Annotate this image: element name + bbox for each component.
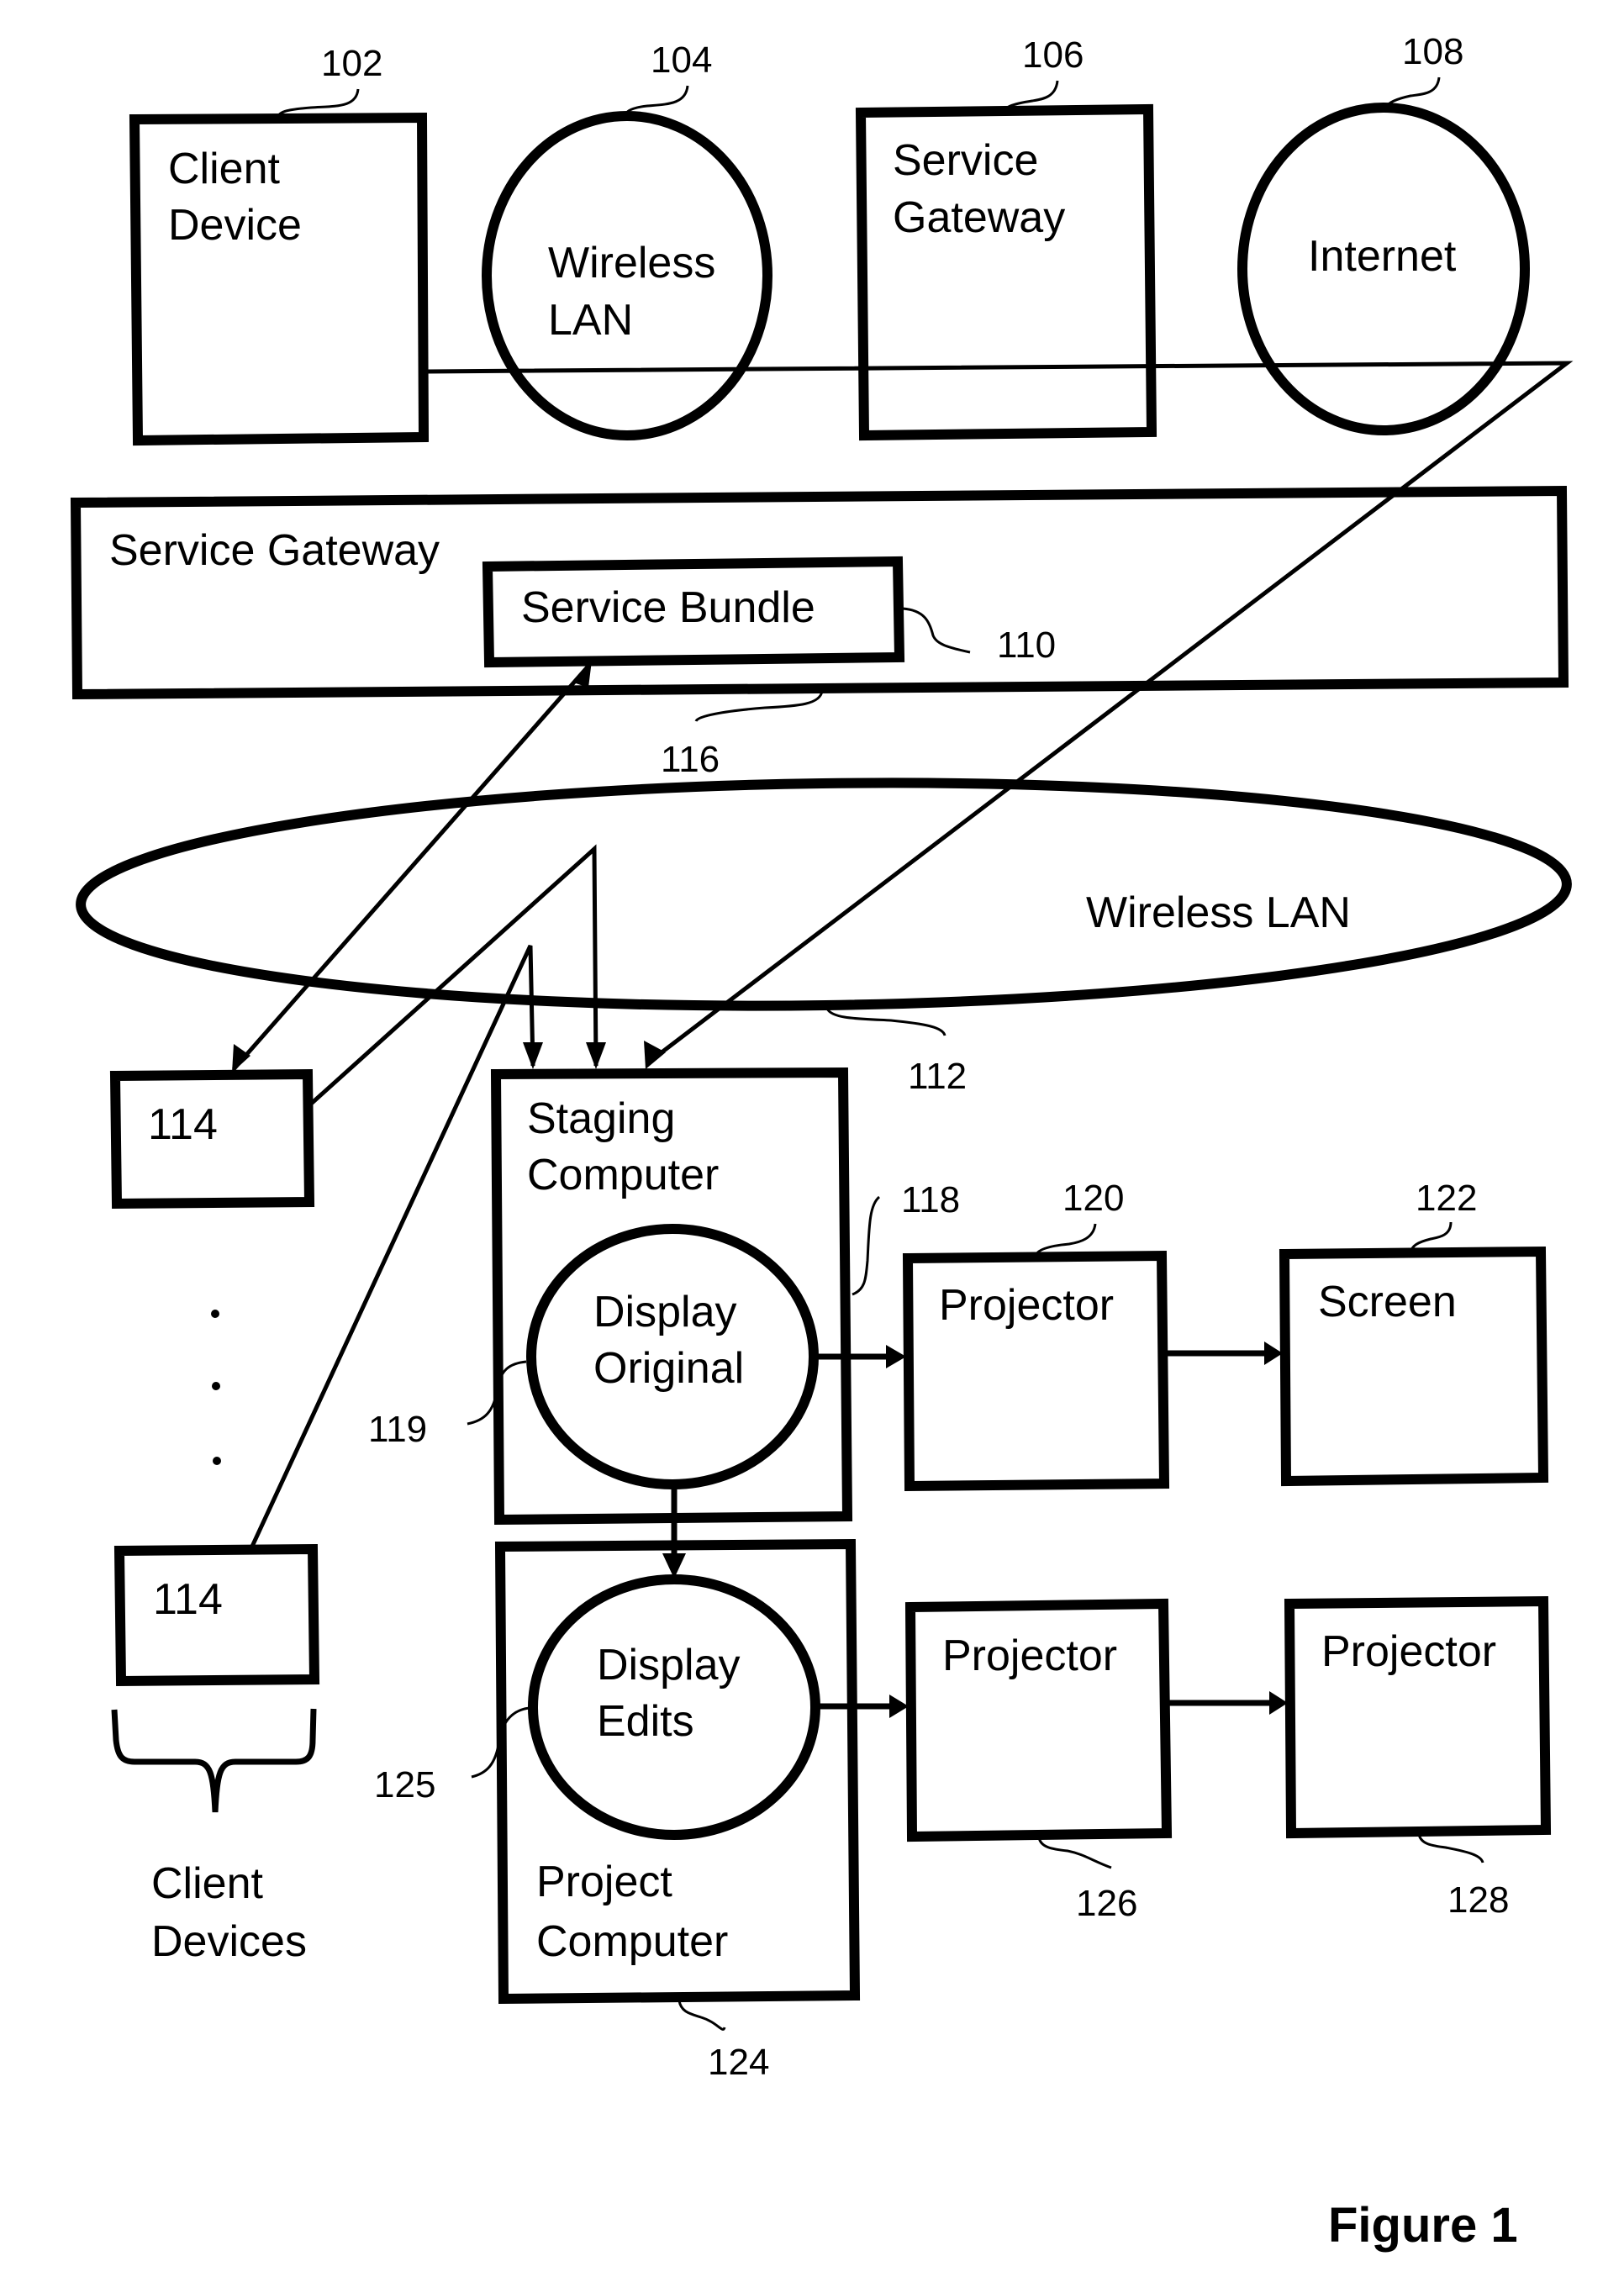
arrowhead-to-projector-128 [1269,1691,1288,1715]
service-gateway-106-label-line1: Service [893,136,1038,185]
ref-116: 116 [661,739,720,780]
project-computer-label-line1: Project [536,1858,672,1906]
arrowhead-internet-to-staging [644,1041,666,1069]
leader-118 [852,1195,881,1296]
client-114-b-label: 114 [153,1575,223,1624]
project-computer-label-line2: Computer [536,1917,728,1966]
ellipsis-dot-1 [211,1310,219,1318]
project-computer-124: Project Computer 124 [494,1538,861,2083]
ref-118: 118 [901,1179,960,1220]
ref-110: 110 [997,625,1056,666]
service-gateway-116-box [70,485,1569,700]
arrowhead-to-screen [1264,1342,1283,1365]
figure-1-diagram: Client Device 102 Wireless LAN 104 Servi… [70,31,1574,2253]
leader-116 [694,690,824,722]
client-device-102: Client Device 102 [129,43,430,446]
display-original-label-line1: Display [593,1288,737,1336]
client-devices-brace [111,1708,317,1813]
staging-computer-label-line1: Staging [527,1094,675,1143]
wireless-lan-104-label-line1: Wireless [548,239,715,287]
display-edits-label-line1: Display [597,1641,741,1689]
display-edits-label-line2: Edits [597,1697,694,1746]
arrowhead-to-client-114a [232,1044,250,1073]
wireless-lan-104: Wireless LAN 104 [482,40,772,440]
client-device-label-line2: Device [168,201,302,250]
ref-125: 125 [374,1764,435,1805]
projector-120: Projector 120 [902,1178,1170,1492]
ref-122: 122 [1416,1178,1477,1219]
ref-104: 104 [651,40,712,81]
ellipsis-dot-2 [212,1382,220,1390]
wireless-lan-112-label: Wireless LAN [1086,888,1351,937]
leader-124 [678,2000,726,2031]
arrowhead-to-projector-126 [889,1695,909,1718]
client-114a-to-staging-path [308,844,598,1107]
screen-label: Screen [1318,1278,1457,1326]
projector-126-label: Projector [942,1631,1117,1680]
client-device-114-a: 114 [109,1068,315,1210]
client-device-114-b: 114 [113,1543,320,1687]
leader-112 [825,1008,946,1036]
ref-120: 120 [1062,1178,1124,1219]
arrowhead-to-projector-120 [886,1345,906,1368]
ref-128: 128 [1447,1879,1509,1921]
display-original-label-line2: Original [593,1344,744,1393]
internet-label: Internet [1308,232,1457,281]
ref-112: 112 [908,1056,967,1097]
client-114-a-label: 114 [148,1100,218,1149]
client-device-label-line1: Client [168,145,280,193]
service-bundle-110: Service Bundle 110 [482,556,1056,668]
ref-108: 108 [1402,31,1463,72]
service-gateway-106: Service Gateway 106 [855,34,1157,441]
staging-computer-label-line2: Computer [527,1151,719,1199]
screen-122: Screen 122 [1279,1178,1549,1487]
client-devices-label-line2: Devices [151,1917,307,1966]
service-bundle-label: Service Bundle [521,583,815,632]
display-original-119: Display Original 119 [368,1224,819,1489]
wireless-lan-112: Wireless LAN 112 [76,778,1572,1097]
service-gateway-106-label-line2: Gateway [893,193,1065,242]
ref-124: 124 [708,2042,769,2083]
ellipsis-dot-3 [213,1457,221,1465]
projector-126: Projector 126 [904,1598,1173,1924]
service-gateway-116-label: Service Gateway [109,526,440,575]
figure-caption: Figure 1 [1328,2198,1518,2253]
display-edits-125: Display Edits 125 [374,1574,820,1840]
leader-126 [1037,1837,1112,1869]
leader-128 [1417,1833,1484,1863]
internet-108: Internet 108 [1237,31,1530,435]
projector-128: Projector 128 [1284,1595,1552,1921]
projector-128-label: Projector [1321,1627,1496,1676]
ref-119: 119 [368,1409,427,1450]
leader-110 [902,607,971,654]
bundle-to-client-114a-line [232,662,592,1071]
arrowhead-to-staging-1 [523,1042,543,1069]
wireless-lan-104-label-line2: LAN [548,296,633,345]
ellipsis-dots [211,1310,221,1465]
ref-102: 102 [321,43,382,84]
ref-106: 106 [1022,34,1084,76]
client-114b-to-staging-path [248,944,535,1552]
arrowhead-to-staging-2 [586,1042,606,1069]
leader-120 [1034,1223,1097,1257]
client-devices-label-line1: Client [151,1859,263,1908]
ref-126: 126 [1076,1883,1137,1924]
projector-120-label: Projector [939,1281,1114,1330]
